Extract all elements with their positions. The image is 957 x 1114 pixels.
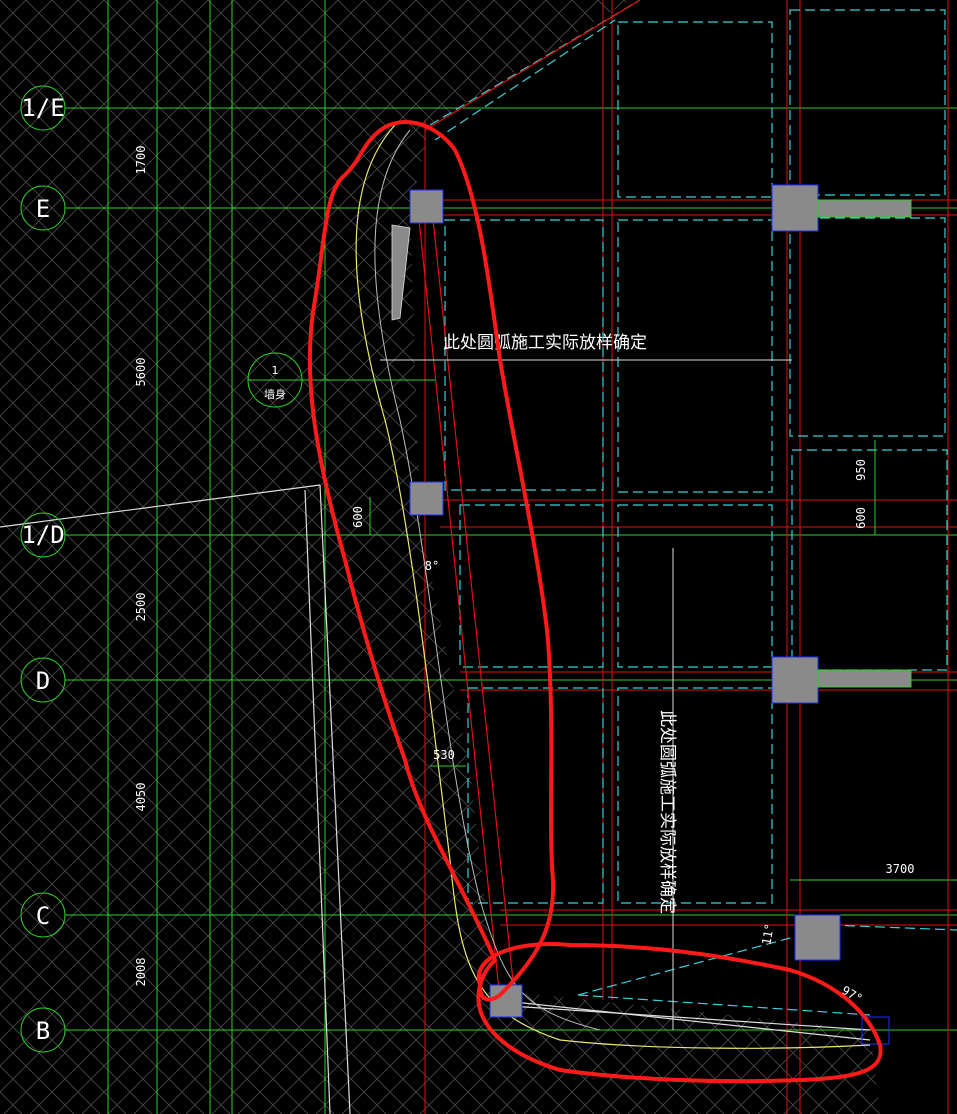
note-vertical: 此处圆弧施工实际放样确定: [657, 710, 677, 914]
dim-950: 950: [854, 459, 868, 481]
axis-label-E: E: [36, 195, 50, 223]
axis-label-1D: 1/D: [21, 521, 64, 549]
section-tag-number: 1: [272, 364, 279, 377]
axis-label-B: B: [36, 1017, 50, 1045]
cad-drawing-canvas: 1/E E 1/D D C B 1700 5600 2500 4050 2008: [0, 0, 957, 1114]
axis-label-D: D: [36, 667, 50, 695]
dim-1700: 1700: [134, 146, 148, 175]
dim-530: 530: [433, 748, 455, 762]
angle-8: 8°: [425, 559, 439, 573]
axis-label-1E: 1/E: [21, 94, 64, 122]
dim-5600: 5600: [134, 358, 148, 387]
dim-2500: 2500: [134, 593, 148, 622]
dim-3700: 3700: [886, 862, 915, 876]
dim-600-right: 600: [854, 507, 868, 529]
dim-2008: 2008: [134, 958, 148, 987]
dim-4050: 4050: [134, 783, 148, 812]
axis-label-C: C: [36, 902, 50, 930]
note-horizontal: 此处圆弧施工实际放样确定: [443, 333, 647, 353]
dim-600-left: 600: [351, 506, 365, 528]
section-tag-label: 墙身: [264, 387, 286, 401]
